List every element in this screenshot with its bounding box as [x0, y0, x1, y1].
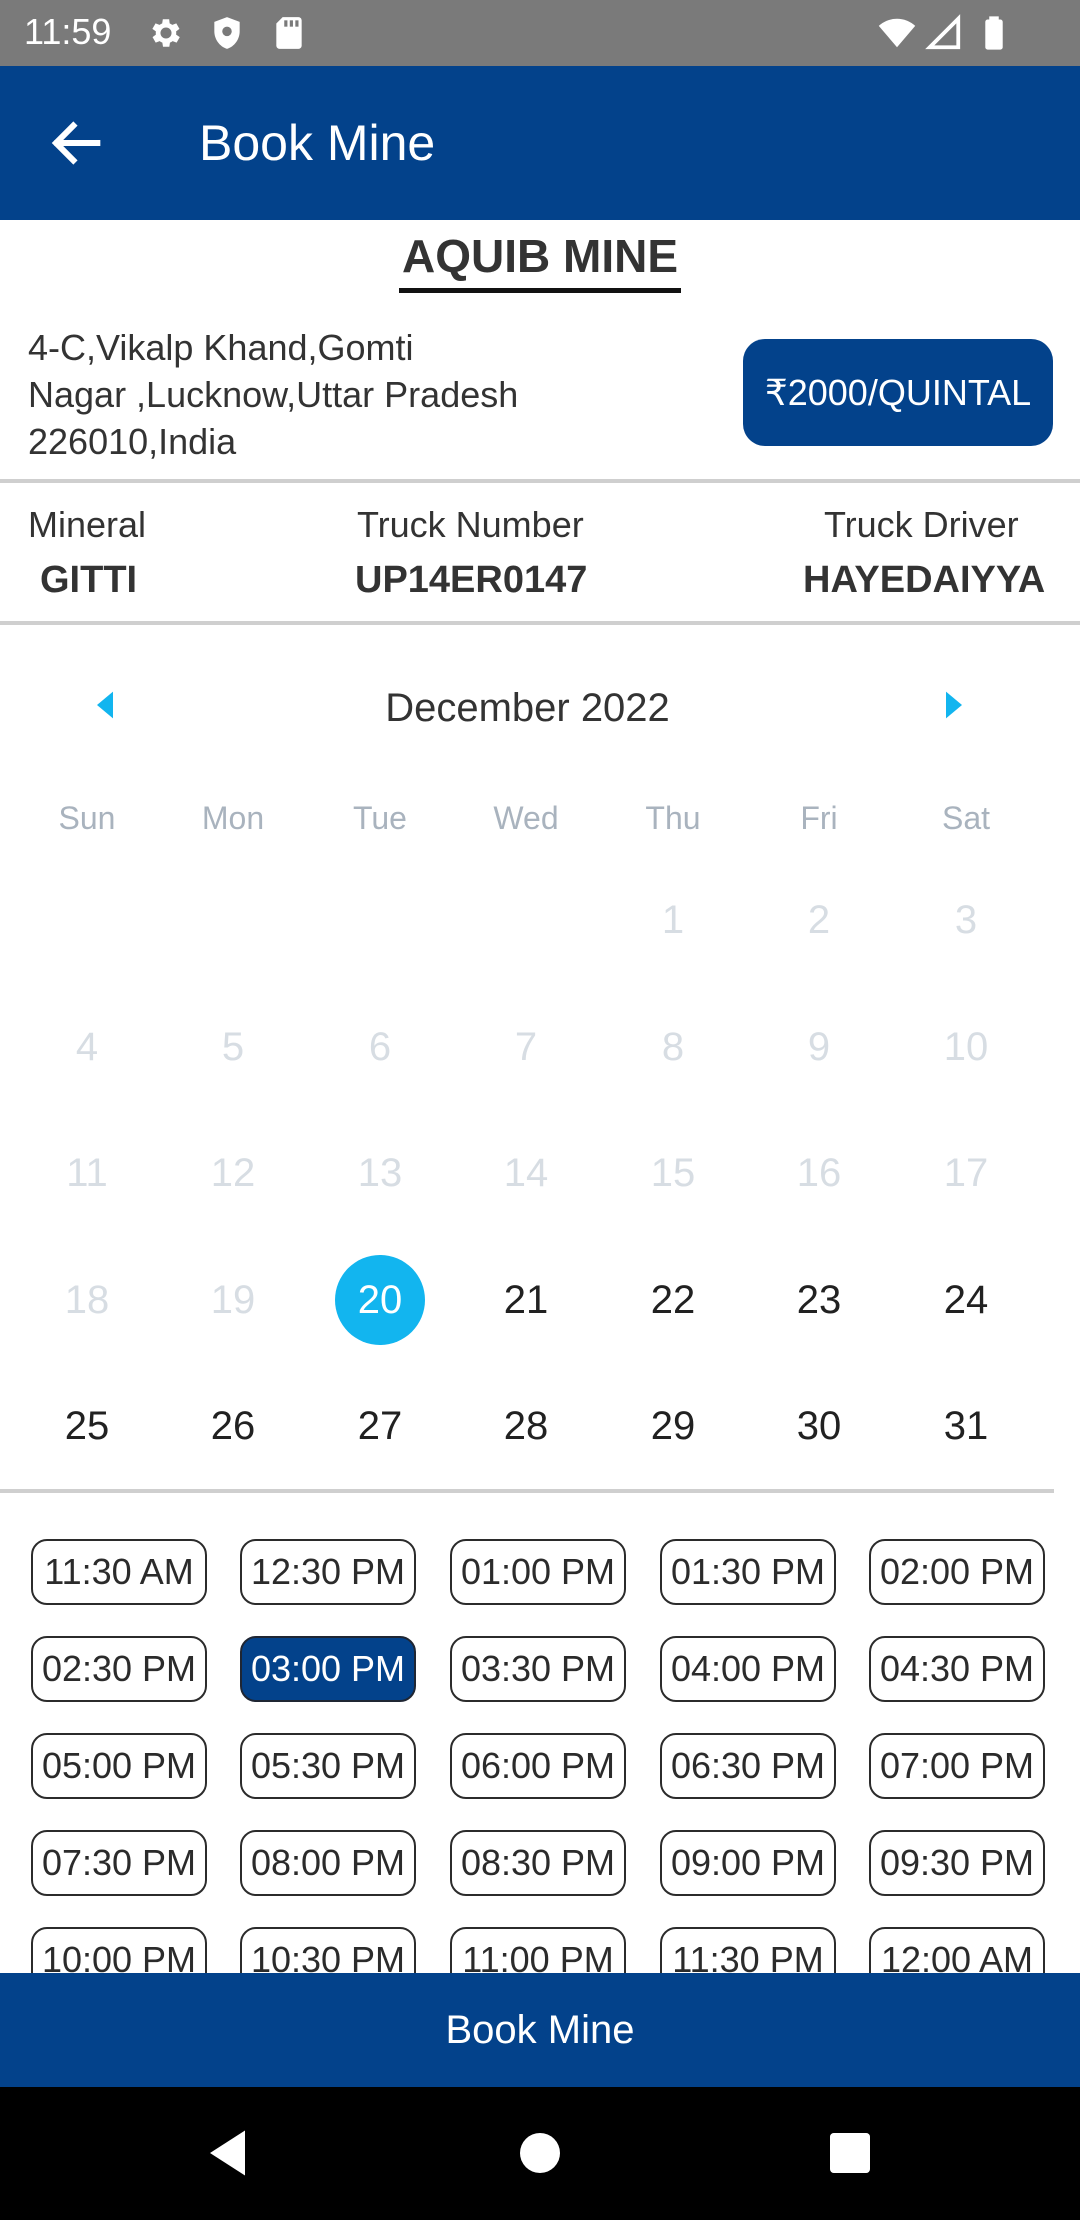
calendar-day[interactable]: 22 — [628, 1255, 718, 1345]
calendar-day: 10 — [943, 1025, 989, 1069]
calendar-day[interactable]: 21 — [481, 1255, 571, 1345]
weekday-label: Sun — [58, 800, 116, 836]
time-slot[interactable]: 12:30 PM — [240, 1539, 416, 1605]
weekday-label: Fri — [800, 800, 838, 836]
time-slot[interactable]: 05:00 PM — [31, 1733, 207, 1799]
signal-icon — [925, 14, 961, 50]
calendar-day: 19 — [210, 1278, 256, 1322]
time-slot[interactable]: 03:30 PM — [450, 1636, 626, 1702]
calendar-day: 12 — [210, 1151, 256, 1195]
time-slot[interactable]: 08:00 PM — [240, 1830, 416, 1896]
time-slot-selected[interactable]: 03:00 PM — [240, 1636, 416, 1702]
calendar-day[interactable]: 28 — [481, 1381, 571, 1471]
calendar-day[interactable]: 30 — [774, 1381, 864, 1471]
wifi-icon — [878, 18, 916, 48]
weekday-label: Sat — [941, 800, 991, 836]
calendar-day: 1 — [661, 898, 685, 942]
calendar-day: 7 — [514, 1025, 538, 1069]
time-slot[interactable]: 11:30 AM — [31, 1539, 207, 1605]
mineral-value: GITTI — [40, 559, 138, 601]
calendar-day[interactable]: 25 — [42, 1381, 132, 1471]
time-slot[interactable]: 04:30 PM — [869, 1636, 1045, 1702]
sd-card-icon — [276, 17, 302, 49]
calendar-day: 18 — [64, 1278, 110, 1322]
mine-name-underline — [399, 288, 681, 293]
time-slot[interactable]: 02:30 PM — [31, 1636, 207, 1702]
recents-square-icon[interactable] — [820, 2123, 880, 2183]
address-line: 226010,India — [28, 421, 237, 462]
time-slot[interactable]: 12:00 AM — [869, 1927, 1045, 1973]
time-slot[interactable]: 11:00 PM — [450, 1927, 626, 1973]
shield-icon — [214, 17, 240, 49]
arrow-back-icon[interactable] — [38, 111, 114, 175]
divider — [0, 1489, 1054, 1493]
calendar-day: 9 — [807, 1025, 831, 1069]
truck-number-label: Truck Number — [357, 504, 584, 545]
time-slot[interactable]: 09:00 PM — [660, 1830, 836, 1896]
status-time: 11:59 — [24, 11, 112, 52]
truck-driver-value: HAYEDAIYYA — [803, 559, 1046, 601]
mineral-label: Mineral — [28, 504, 147, 545]
time-slot[interactable]: 10:30 PM — [240, 1927, 416, 1973]
status-bar: 11:59 — [0, 0, 1080, 66]
time-slot[interactable]: 07:30 PM — [31, 1830, 207, 1896]
price-button[interactable]: ₹2000/QUINTAL — [743, 339, 1053, 446]
calendar-day[interactable]: 27 — [335, 1381, 425, 1471]
calendar-day: 4 — [75, 1025, 99, 1069]
battery-icon — [985, 16, 1003, 50]
calendar-day[interactable]: 23 — [774, 1255, 864, 1345]
calendar-day: 13 — [357, 1151, 403, 1195]
app-bar: Book Mine — [0, 66, 1080, 220]
calendar-day: 2 — [807, 898, 831, 942]
divider — [0, 479, 1080, 483]
time-slot[interactable]: 08:30 PM — [450, 1830, 626, 1896]
page-title: Book Mine — [199, 115, 436, 171]
address-line: Nagar ,Lucknow,Uttar Pradesh — [28, 374, 519, 415]
calendar-day: 14 — [503, 1151, 549, 1195]
calendar-day: 16 — [796, 1151, 842, 1195]
calendar-day: 8 — [661, 1025, 685, 1069]
time-slot-grid: 11:30 AM 12:30 PM 01:00 PM 01:30 PM 02:00 PM… — [0, 1497, 1080, 1973]
time-slot[interactable]: 06:30 PM — [660, 1733, 836, 1799]
calendar-month-title: December 2022 — [385, 686, 670, 730]
time-slot[interactable]: 05:30 PM — [240, 1733, 416, 1799]
weekday-label: Tue — [353, 800, 407, 836]
settings-icon — [152, 19, 180, 47]
calendar-day[interactable]: 31 — [921, 1381, 1011, 1471]
time-slot[interactable]: 11:30 PM — [660, 1927, 836, 1973]
time-slot[interactable]: 04:00 PM — [660, 1636, 836, 1702]
mine-name: AQUIB MINE — [402, 230, 678, 282]
calendar-day: 17 — [943, 1151, 989, 1195]
time-slot[interactable]: 07:00 PM — [869, 1733, 1045, 1799]
calendar-day: 15 — [650, 1151, 696, 1195]
mine-address: 4-C,Vikalp Khand,Gomti Nagar ,Lucknow,Ut… — [28, 324, 608, 465]
time-slot[interactable]: 02:00 PM — [869, 1539, 1045, 1605]
calendar-day[interactable]: 24 — [921, 1255, 1011, 1345]
calendar-day: 11 — [66, 1151, 108, 1195]
next-month-icon[interactable] — [939, 689, 969, 721]
time-slot[interactable]: 06:00 PM — [450, 1733, 626, 1799]
weekday-label: Mon — [201, 800, 265, 836]
time-slot[interactable]: 01:30 PM — [660, 1539, 836, 1605]
system-nav-bar — [0, 2087, 1080, 2220]
home-circle-icon[interactable] — [510, 2123, 570, 2183]
calendar-day[interactable]: 26 — [188, 1381, 278, 1471]
book-mine-button[interactable]: Book Mine — [0, 1973, 1080, 2087]
truck-driver-label: Truck Driver — [824, 504, 1019, 545]
address-line: 4-C,Vikalp Khand,Gomti — [28, 327, 414, 368]
calendar-day-selected[interactable]: 20 — [335, 1255, 425, 1345]
calendar-day: 6 — [368, 1025, 392, 1069]
back-triangle-icon[interactable] — [200, 2123, 260, 2183]
weekday-label: Wed — [493, 800, 559, 836]
time-slot[interactable]: 10:00 PM — [31, 1927, 207, 1973]
calendar-day[interactable]: 29 — [628, 1381, 718, 1471]
truck-number-value: UP14ER0147 — [355, 559, 588, 601]
weekday-label: Thu — [645, 800, 701, 836]
divider — [0, 621, 1080, 625]
time-slot[interactable]: 09:30 PM — [869, 1830, 1045, 1896]
calendar-day: 5 — [221, 1025, 245, 1069]
time-slot[interactable]: 01:00 PM — [450, 1539, 626, 1605]
calendar-day: 3 — [954, 898, 978, 942]
